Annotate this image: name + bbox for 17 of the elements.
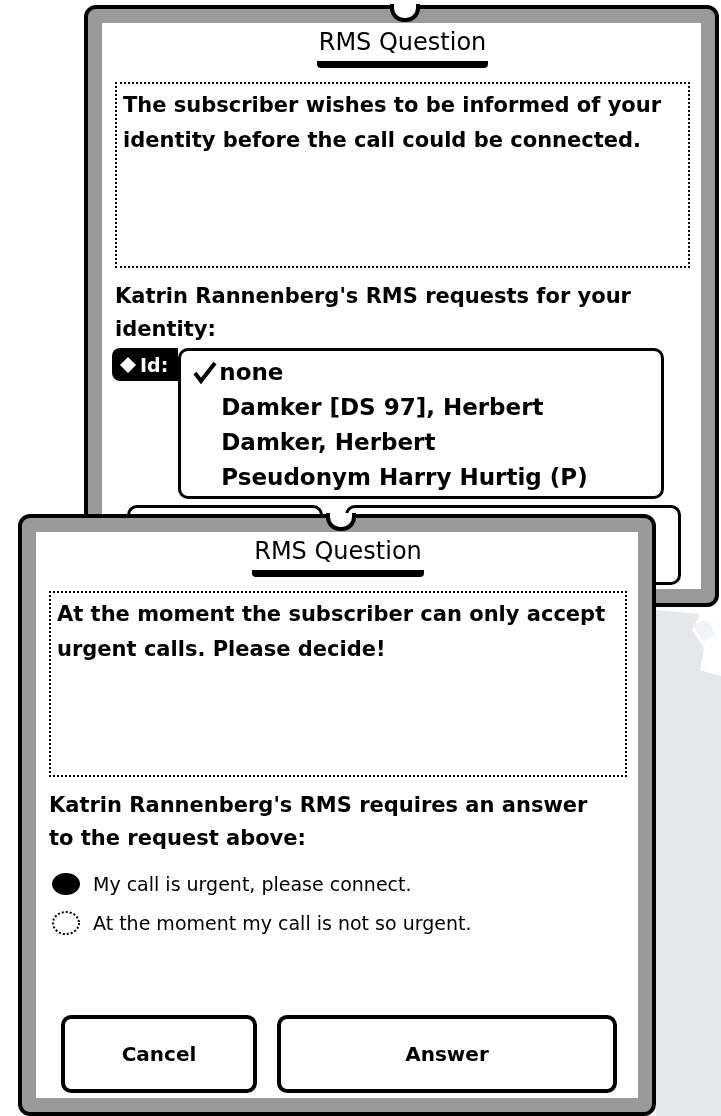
list-option[interactable]: Damker, Herbert bbox=[181, 424, 662, 459]
list-option[interactable]: Damker [DS 97], Herbert bbox=[181, 389, 662, 424]
list-option[interactable]: none bbox=[181, 354, 662, 389]
dialog-title: RMS Question bbox=[252, 536, 424, 577]
message-text: The subscriber wishes to be informed of your identity before the call could be connected. bbox=[123, 92, 663, 154]
prompt-text: Katrin Rannenberg's RMS requires an answer to the request above: bbox=[49, 792, 589, 852]
radio-label[interactable]: At the moment my call is not so urgent. bbox=[93, 908, 472, 938]
diamond-icon bbox=[120, 356, 136, 373]
list-option[interactable]: Pseudonym Harry Hurtig (P) bbox=[181, 459, 662, 494]
prompt-text: Katrin Rannenberg's RMS requests for your identity: bbox=[115, 283, 632, 343]
radio-label[interactable]: My call is urgent, please connect. bbox=[93, 869, 412, 899]
id-popup-trigger[interactable]: Id: bbox=[112, 348, 179, 381]
dialog-title: RMS Question bbox=[316, 27, 489, 68]
radio-button[interactable] bbox=[51, 908, 81, 938]
dialog-button[interactable]: Cancel bbox=[61, 1015, 257, 1093]
dialog-button[interactable]: Answer bbox=[277, 1015, 617, 1093]
message-text: At the moment the subscriber can only accept urgent calls. Please decide! bbox=[57, 601, 607, 663]
